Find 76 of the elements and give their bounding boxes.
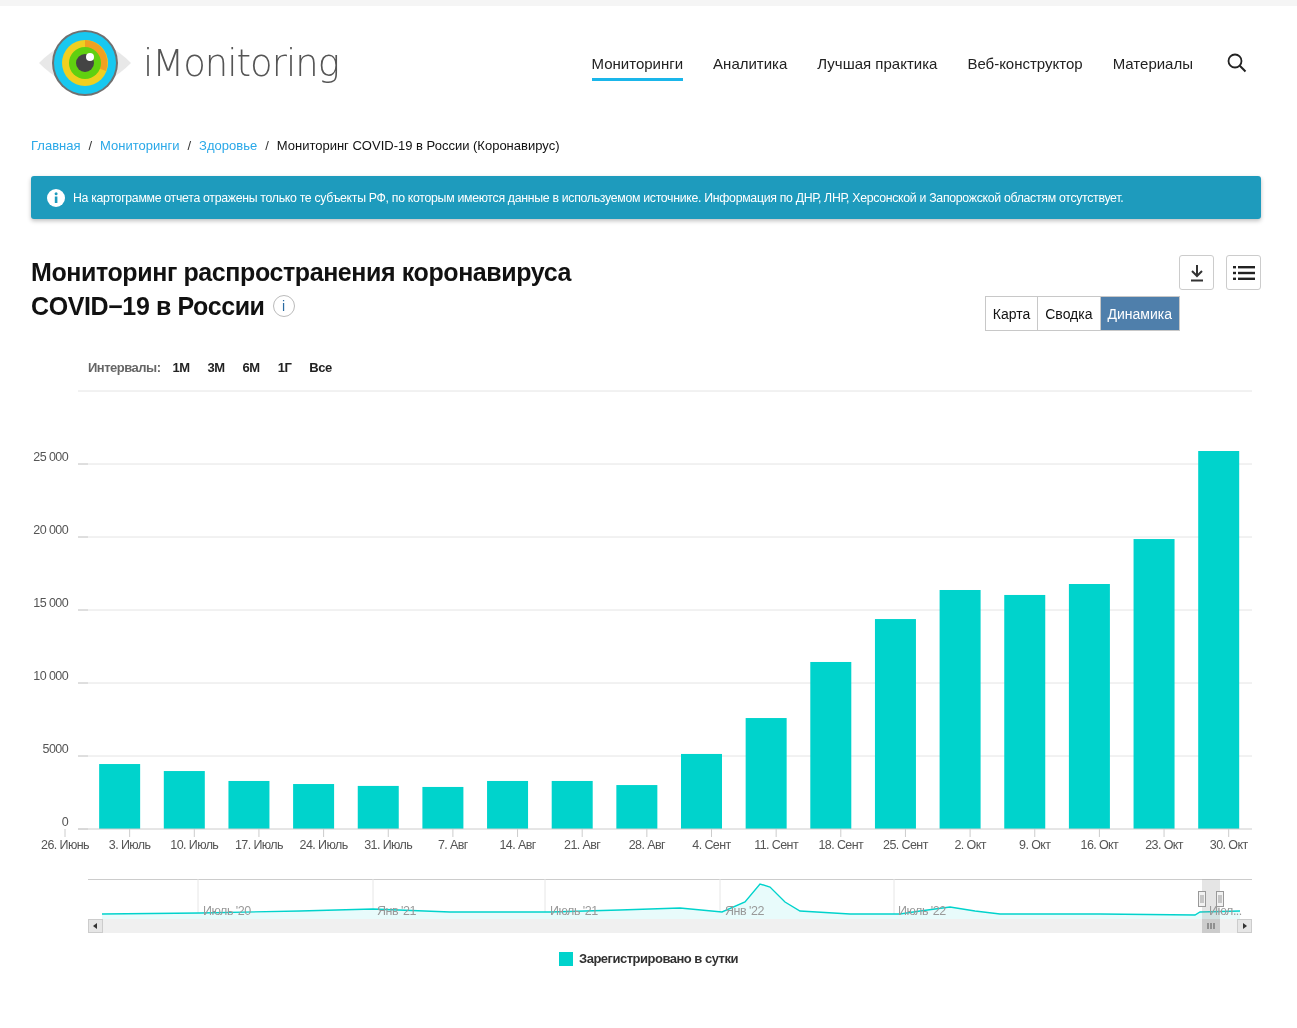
x-axis-label: 11. Сент <box>754 838 798 852</box>
bar[interactable] <box>745 718 787 829</box>
x-axis-label: 26. Июнь <box>41 838 89 852</box>
interval-button[interactable]: Все <box>309 359 332 375</box>
view-tab[interactable]: Сводка <box>1037 296 1101 331</box>
bar[interactable] <box>1133 539 1175 829</box>
nav-link[interactable]: Аналитика <box>713 48 788 81</box>
x-axis-label: 25. Сент <box>883 838 928 852</box>
x-axis-label: 30. Окт <box>1209 838 1248 852</box>
breadcrumb-separator: / <box>88 138 93 153</box>
info-text: На картограмме отчета отражены только те субъекты РФ, по которым имеются данные в используемом источнике. Информация по ДНР, ЛНР, Херсонской и Запорожской областям отсутствует. <box>73 190 1124 205</box>
nav-link[interactable]: Веб-конструктор <box>967 48 1083 81</box>
bar[interactable] <box>874 619 916 829</box>
x-axis-label: 17. Июль <box>234 838 283 852</box>
y-axis-label: 20 000 <box>33 523 68 537</box>
y-axis-label: 5000 <box>42 742 68 756</box>
bar[interactable] <box>357 785 399 829</box>
bar[interactable] <box>1198 451 1240 829</box>
bar[interactable] <box>1004 594 1046 829</box>
x-axis-label: 10. Июль <box>170 838 219 852</box>
report-title-line: COVID−19 в России <box>31 291 265 322</box>
x-axis-label: 7. Авг <box>438 838 468 852</box>
bar[interactable] <box>99 764 141 829</box>
x-axis-label: 31. Июль <box>364 838 413 852</box>
y-axis-label: 25 000 <box>33 450 68 464</box>
search-icon[interactable] <box>1227 53 1247 73</box>
menu-icon <box>1232 265 1255 280</box>
bar[interactable] <box>1068 584 1110 829</box>
bar[interactable] <box>616 785 658 829</box>
info-icon <box>47 188 65 207</box>
interval-button[interactable]: 1Г <box>277 359 292 375</box>
range-handle[interactable] <box>1198 891 1206 907</box>
breadcrumb-separator: / <box>265 138 269 153</box>
x-axis-label: 4. Сент <box>692 838 731 852</box>
breadcrumb-separator: / <box>187 138 192 153</box>
x-axis-label: 18. Сент <box>818 838 864 852</box>
intervals-label: Интервалы: <box>88 359 161 375</box>
download-button[interactable] <box>1179 255 1214 290</box>
bar[interactable] <box>293 784 335 829</box>
bar[interactable] <box>939 590 981 829</box>
download-icon <box>1188 263 1205 282</box>
bar[interactable] <box>551 780 593 829</box>
x-axis-label: 9. Окт <box>1019 838 1051 852</box>
bar[interactable] <box>681 753 722 829</box>
bar[interactable] <box>163 771 205 829</box>
x-axis-label: 2. Окт <box>954 838 986 852</box>
x-axis-label: 24. Июль <box>299 838 348 852</box>
menu-button[interactable] <box>1226 255 1261 290</box>
interval-button[interactable]: 6М <box>242 359 260 375</box>
x-axis-label: 16. Окт <box>1080 838 1119 852</box>
view-tab[interactable]: Динамика <box>1099 296 1180 331</box>
range-handle[interactable] <box>1216 891 1224 907</box>
x-axis-label: 23. Окт <box>1145 838 1183 852</box>
logo-text[interactable]: iMonitoring <box>143 41 339 85</box>
bar[interactable] <box>487 780 529 829</box>
y-axis-label: 0 <box>61 815 68 829</box>
navigator-label: Янв '22 <box>725 904 764 918</box>
interval-button[interactable]: 1М <box>172 359 190 375</box>
nav-link[interactable]: Мониторинги <box>591 48 684 81</box>
y-axis-label: 10 000 <box>33 669 68 683</box>
breadcrumb-current: Мониторинг COVID-19 в России (Коронавирус) <box>276 138 560 153</box>
y-axis-label: 15 000 <box>33 596 68 610</box>
view-tab[interactable]: Карта <box>984 296 1039 331</box>
report-title-line: Мониторинг распространения коронавируса <box>31 257 572 288</box>
bar[interactable] <box>810 662 852 829</box>
interval-button[interactable]: 3М <box>207 359 225 375</box>
nav-link[interactable]: Материалы <box>1112 48 1193 81</box>
x-axis-label: 14. Авг <box>499 838 536 852</box>
legend-label[interactable]: Зарегистрировано в сутки <box>579 951 738 966</box>
scrollbar[interactable] <box>88 919 1252 933</box>
x-axis-label: 3. Июль <box>108 838 151 852</box>
bar[interactable] <box>228 780 270 829</box>
bar[interactable] <box>422 786 464 829</box>
x-axis-label: 21. Авг <box>564 838 601 852</box>
x-axis-label: 28. Авг <box>628 838 665 852</box>
nav-link[interactable]: Лучшая практика <box>817 48 938 81</box>
